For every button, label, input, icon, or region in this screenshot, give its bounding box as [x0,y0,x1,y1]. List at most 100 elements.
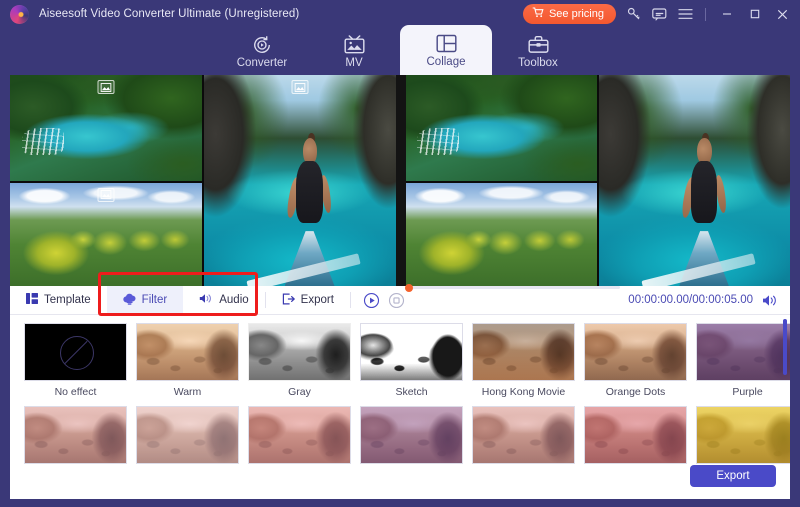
collage-editor[interactable] [10,75,396,286]
stop-icon[interactable] [388,292,405,309]
preview-lagoon-image [406,75,597,181]
cart-icon [532,7,544,21]
feedback-icon[interactable] [651,6,668,23]
tool-filter-label: Filter [141,294,168,306]
template-icon [26,293,38,307]
filter-item-sketch[interactable]: Sketch [360,323,463,398]
tool-filter[interactable]: Filter [106,286,184,314]
tool-template[interactable]: Template [10,286,107,314]
audio-icon [199,293,213,307]
image-placeholder-icon [291,80,309,94]
see-pricing-button[interactable]: See pricing [522,4,616,24]
filter-label: Purple [732,386,763,398]
preview-hills-image [406,182,597,286]
play-icon[interactable] [363,292,380,309]
app-title: Aiseesoft Video Converter Ultimate (Unre… [39,8,300,20]
filter-item-no-effect[interactable]: No effect [24,323,127,398]
filter-item-r2-3[interactable] [248,406,351,469]
preview-lagoon-cell [406,75,597,181]
filter-label: Gray [288,386,311,398]
tab-collage-label: Collage [426,55,466,68]
toolbox-icon [527,34,549,55]
filter-thumb[interactable] [360,323,463,381]
hills-cell[interactable] [10,182,202,286]
maximize-icon[interactable] [745,6,764,23]
filter-icon [122,293,136,308]
converter-icon [252,34,272,55]
filter-item-r2-5[interactable] [472,406,575,469]
tool-export[interactable]: Export [266,286,350,314]
filter-panel: No effect Warm Gray Sketch Hong Kong Mov… [10,315,790,499]
collage-left-column [10,75,202,286]
preview-left-column [406,75,597,286]
filter-item-warm[interactable]: Warm [136,323,239,398]
tab-toolbox-label: Toolbox [518,57,558,69]
image-placeholder-icon [97,187,115,202]
filter-thumb[interactable] [136,406,239,464]
filter-thumb[interactable] [472,323,575,381]
filter-item-r2-4[interactable] [360,406,463,469]
person-figure [285,133,334,239]
tab-mv[interactable]: MV [308,28,400,75]
filter-item-r2-1[interactable] [24,406,127,469]
export-button[interactable]: Export [690,465,776,487]
titlebar-divider [705,7,706,21]
minimize-icon[interactable] [717,6,736,23]
filter-label: Sketch [395,386,428,398]
filter-thumb[interactable] [248,323,351,381]
preview-boat-cell [599,75,790,286]
filter-thumb[interactable] [248,406,351,464]
filter-item-r2-6[interactable] [584,406,687,469]
lagoon-cell[interactable] [10,75,202,181]
filter-thumb[interactable] [696,406,790,464]
filter-item-r2-7[interactable] [696,406,790,469]
tool-audio-label: Audio [219,294,249,306]
scrubber-handle[interactable] [404,283,413,292]
filter-label: Hong Kong Movie [481,386,566,398]
collage-preview-stage[interactable] [10,75,790,286]
key-icon[interactable] [625,6,642,23]
close-icon[interactable] [773,6,792,23]
filter-item-r2-2[interactable] [136,406,239,469]
tool-export-label: Export [300,294,334,306]
boat-image [204,75,396,286]
export-icon [282,293,295,308]
tab-collage[interactable]: Collage [400,25,492,75]
filter-grid: No effect Warm Gray Sketch Hong Kong Mov… [10,315,790,469]
see-pricing-label: See pricing [548,8,604,20]
filter-label: Orange Dots [605,386,666,398]
preview-boat-image [599,75,790,286]
tab-converter[interactable]: Converter [216,28,308,75]
filter-thumb[interactable] [584,323,687,381]
filter-thumb[interactable] [136,323,239,381]
preview-right-column [599,75,790,286]
application-window: Aiseesoft Video Converter Ultimate (Unre… [0,0,800,507]
filter-thumb[interactable] [360,406,463,464]
boat-cell[interactable] [204,75,396,286]
filter-item-purple[interactable]: Purple [696,323,790,398]
filter-item-gray[interactable]: Gray [248,323,351,398]
filter-row-2 [24,406,790,469]
collage-preview[interactable] [406,75,790,286]
filter-thumb[interactable] [472,406,575,464]
volume-icon[interactable] [762,286,778,314]
hamburger-menu-icon[interactable] [677,6,694,23]
filter-thumb[interactable] [696,323,790,381]
filter-panel-scrollbar[interactable] [783,319,787,375]
filter-thumb[interactable] [584,406,687,464]
tab-mv-label: MV [345,57,363,69]
tab-converter-label: Converter [236,57,288,69]
tool-template-label: Template [44,294,91,306]
filter-thumb[interactable] [24,406,127,464]
tool-audio[interactable]: Audio [183,286,264,314]
filter-item-orange-dots[interactable]: Orange Dots [584,323,687,398]
timecode-display: 00:00:00.00/00:00:05.00 [628,294,753,306]
filter-thumb[interactable] [24,323,127,381]
tab-toolbox[interactable]: Toolbox [492,28,584,75]
filter-item-hong-kong-movie[interactable]: Hong Kong Movie [472,323,575,398]
mv-icon [343,34,365,55]
collage-right-column [204,75,396,286]
playback-scrubber[interactable] [404,283,621,292]
aiseesoft-logo [10,4,29,24]
main-tab-bar: Converter MV Collage Toolbox [0,25,800,75]
